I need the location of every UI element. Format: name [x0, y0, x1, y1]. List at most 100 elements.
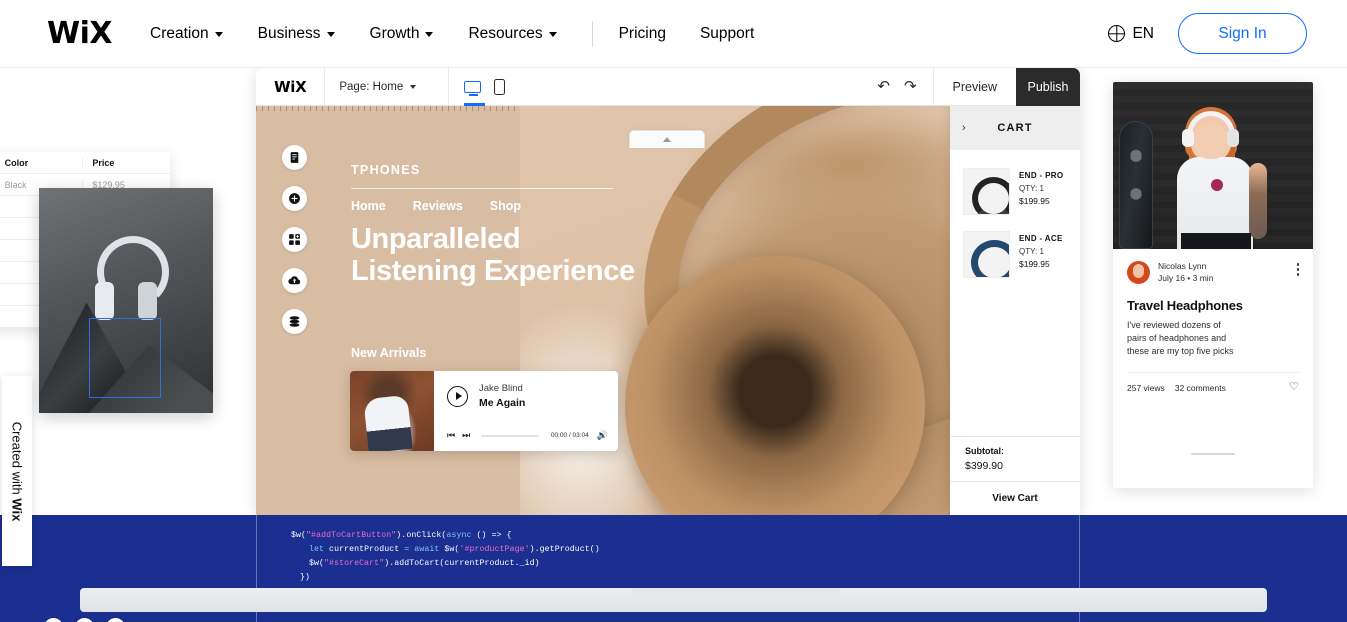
cart-item-qty: QTY: 1 — [1019, 247, 1044, 256]
cart-item-thumbnail — [963, 231, 1010, 278]
redo-icon[interactable]: ↷ — [904, 79, 917, 94]
blog-post-card[interactable]: Nicolas Lynn July 16 • 3 min Travel Head… — [1113, 82, 1313, 488]
edit-pen-icon[interactable] — [75, 618, 94, 622]
cart-title: CART — [997, 122, 1033, 134]
desktop-view-button[interactable] — [464, 68, 486, 106]
nav-item-business[interactable]: Business — [258, 25, 335, 43]
previous-track-icon[interactable]: ⏮ — [447, 430, 455, 441]
language-selector[interactable]: EN — [1108, 25, 1154, 43]
tattooed-arm-shape — [1249, 163, 1267, 239]
scrollbar-thumb[interactable] — [631, 588, 840, 596]
cart-item[interactable]: END - ACE QTY: 1 $199.95 — [950, 225, 1080, 288]
site-nav-home[interactable]: Home — [351, 199, 386, 213]
created-prefix: Created with — [9, 421, 25, 498]
nav-item-creation[interactable]: Creation — [150, 25, 223, 43]
blog-views-count: 257 views — [1127, 382, 1165, 393]
code-token: }) — [300, 573, 311, 582]
site-nav-shop[interactable]: Shop — [490, 199, 521, 213]
media-upload-icon[interactable] — [282, 268, 307, 293]
nav-item-growth[interactable]: Growth — [370, 25, 434, 43]
collapsed-panel-tab[interactable] — [629, 130, 705, 148]
cart-item-price: $199.95 — [1019, 196, 1050, 206]
nav-item-support[interactable]: Support — [700, 25, 754, 43]
nav-item-resources[interactable]: Resources — [468, 25, 557, 43]
database-icon[interactable] — [282, 309, 307, 334]
blog-post-title[interactable]: Travel Headphones — [1127, 298, 1299, 313]
skateboard-shape — [1119, 121, 1153, 249]
editor-stage: WiX Page: Home ↶ ↷ Preview Publish TPHON… — [0, 68, 1347, 622]
undo-redo-group: ↶ ↷ — [861, 79, 932, 94]
horizontal-scrollbar[interactable] — [80, 588, 1267, 612]
mobile-icon[interactable] — [494, 78, 506, 95]
settings-icon[interactable] — [44, 618, 63, 622]
main-nav: Creation Business Growth Resources Prici… — [150, 20, 788, 47]
code-token: let — [309, 545, 325, 554]
crop-icon[interactable] — [106, 618, 125, 622]
nav-divider — [591, 20, 593, 47]
player-cover-image — [350, 371, 434, 451]
music-player-widget[interactable]: Jake Blind Me Again ⏮ ⏭ 00:00 / 03:04 🔊 — [350, 371, 618, 451]
view-cart-button[interactable]: View Cart — [950, 481, 1080, 515]
cart-collapse-icon[interactable]: › — [962, 122, 966, 134]
undo-icon[interactable]: ↶ — [877, 79, 890, 94]
code-token: currentProduct — [324, 545, 405, 554]
code-token: "#addToCartButton" — [306, 531, 397, 540]
page-root: WiX Creation Business Growth Resources P… — [0, 0, 1347, 622]
page-selector[interactable]: Page: Home — [325, 81, 430, 93]
code-line: }) — [291, 571, 1079, 585]
code-token: $w( — [309, 559, 325, 568]
selection-box[interactable] — [89, 318, 161, 398]
image-editor-preview[interactable] — [39, 188, 213, 413]
cart-item-price: $199.95 — [1019, 259, 1050, 269]
player-controls: ⏮ ⏭ 00:00 / 03:04 🔊 — [447, 430, 608, 441]
language-label: EN — [1132, 24, 1154, 42]
site-nav-reviews[interactable]: Reviews — [413, 199, 463, 213]
site-header: WiX Creation Business Growth Resources P… — [0, 0, 1347, 68]
blog-author-name[interactable]: Nicolas Lynn — [1158, 261, 1213, 272]
cart-item-name: END - ACE — [1019, 234, 1063, 243]
cart-item-meta: END - PRO QTY: 1 $199.95 — [1019, 168, 1064, 215]
nav-item-business-label: Business — [257, 24, 321, 42]
code-token: ).addToCart(currentProduct._id) — [384, 559, 540, 568]
blog-post-date: July 16 • 3 min — [1158, 272, 1214, 283]
next-track-icon[interactable]: ⏭ — [462, 430, 470, 441]
hero-heading-line2: Listening Experience — [351, 254, 635, 287]
publish-button[interactable]: Publish — [1016, 68, 1080, 106]
headphone-earcup — [1182, 129, 1194, 147]
blog-card-body: Nicolas Lynn July 16 • 3 min Travel Head… — [1113, 249, 1313, 393]
track-artist: Jake Blind — [479, 383, 523, 394]
wix-logo[interactable]: WiX — [47, 18, 113, 49]
code-line: $w("#addToCartButton").onClick(async () … — [291, 529, 1079, 543]
volume-icon[interactable]: 🔊 — [597, 430, 608, 441]
play-icon — [455, 392, 462, 401]
code-line: $w("#storeCart").addToCart(currentProduc… — [291, 557, 1079, 571]
editor-wix-logo[interactable]: WiX — [274, 78, 307, 96]
nav-item-pricing[interactable]: Pricing — [619, 25, 666, 43]
chevron-down-icon — [410, 84, 417, 89]
image-editor-toolbar — [44, 618, 125, 622]
person-photo — [1165, 105, 1267, 249]
progress-bar[interactable] — [481, 434, 539, 437]
cart-item-name: END - PRO — [1019, 171, 1064, 180]
globe-icon — [1108, 25, 1126, 42]
created-with-wix-badge[interactable]: Created with Wix — [2, 376, 32, 566]
play-button[interactable] — [447, 385, 468, 407]
nav-item-creation-label: Creation — [150, 24, 209, 42]
editor-left-rail — [282, 145, 307, 334]
cart-item[interactable]: END - PRO QTY: 1 $199.95 — [950, 162, 1080, 225]
heart-icon[interactable]: ♡ — [1289, 382, 1299, 393]
pages-icon[interactable] — [282, 145, 307, 170]
code-token: ).getProduct() — [529, 545, 600, 554]
preview-button[interactable]: Preview — [932, 68, 1016, 106]
cart-item-qty: QTY: 1 — [1019, 184, 1044, 193]
sign-in-button[interactable]: Sign In — [1178, 13, 1307, 54]
add-element-icon[interactable] — [282, 186, 307, 211]
avatar[interactable] — [1127, 261, 1150, 284]
app-market-icon[interactable] — [282, 227, 307, 252]
cart-items-list: END - PRO QTY: 1 $199.95 END - ACE QTY: … — [950, 150, 1080, 436]
chevron-down-icon — [548, 32, 557, 37]
player-main-row: Jake Blind Me Again — [447, 383, 606, 410]
page-selector-label: Page: Home — [339, 80, 404, 93]
kebab-menu-icon[interactable] — [1296, 263, 1299, 276]
code-token: ).onClick( — [396, 531, 447, 540]
